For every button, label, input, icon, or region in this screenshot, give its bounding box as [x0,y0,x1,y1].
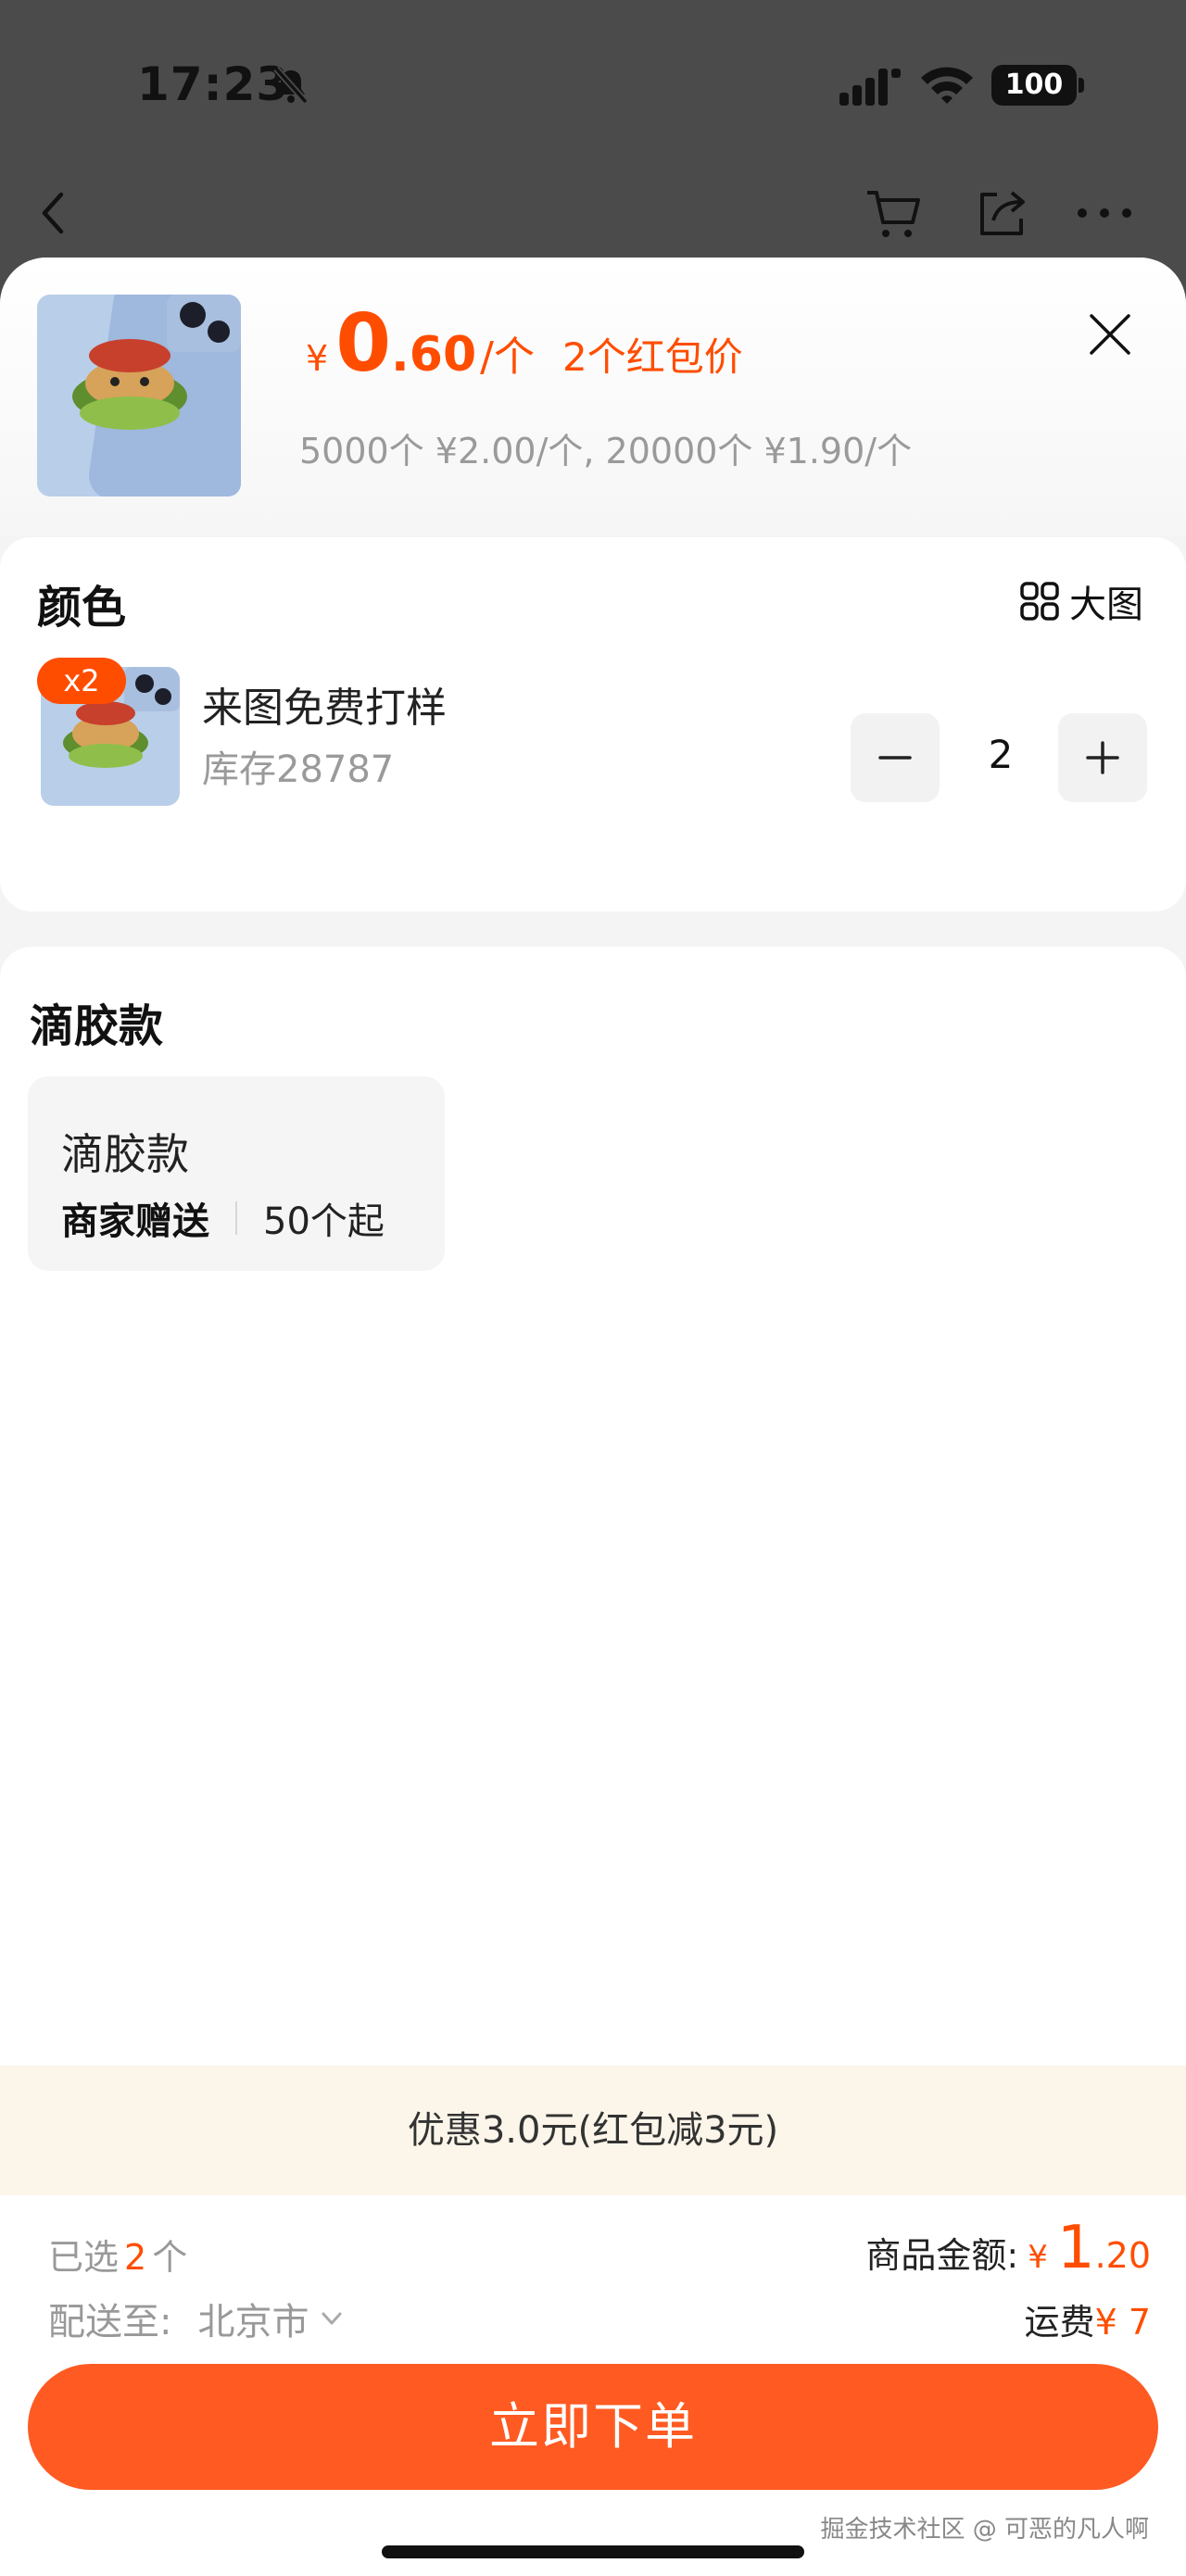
total-decimal: .20 [1094,2235,1151,2276]
chevron-down-icon [322,2312,342,2325]
quantity-value[interactable]: 2 [964,732,1038,777]
big-view-button[interactable]: 大图 [1019,574,1143,628]
battery-tip [1079,78,1084,93]
price-display: ¥ 0 .60 /个 2个红包价 [306,304,743,383]
product-thumbnail[interactable] [37,295,241,496]
merchant-gift-label: 商家赠送 [61,1200,209,1243]
style-option-name: 滴胶款 [61,1129,189,1179]
deliver-label: 配送至: [48,2301,172,2344]
total-currency: ¥ [1028,2239,1048,2276]
divider [235,1201,237,1235]
sku-name[interactable]: 来图免费打样 [202,674,447,734]
style-option[interactable]: 滴胶款 商家赠送 50个起 [28,1076,445,1271]
share-icon[interactable] [975,185,1028,239]
cart-icon[interactable] [864,183,923,243]
grid-icon [1020,582,1059,621]
selected-number: 2 [124,2237,147,2278]
redpack-price-label: 2个红包价 [561,334,743,380]
battery-indicator: 100 [991,65,1077,106]
tier-pricing: 5000个 ¥2.00/个, 20000个 ¥1.90/个 [299,431,913,471]
watermark: 掘金技术社区 @ 可恶的凡人啊 [820,2516,1149,2544]
color-section: 颜色 大图 x2 来图免费打样 库存28787 2 [0,537,1186,911]
quantity-increase-button[interactable] [1058,713,1147,802]
sku-stock: 库存28787 [202,748,395,791]
bell-muted-icon [273,66,309,105]
back-arrow-icon[interactable] [30,185,76,241]
status-bar: 17:23 100 [0,0,1186,171]
selected-qty-badge: x2 [37,658,126,704]
style-option-details: 商家赠送 50个起 [61,1191,385,1245]
selected-prefix: 已选 [48,2237,120,2278]
min-order-label: 50个起 [263,1200,385,1243]
signal-icon [839,69,901,106]
home-indicator [382,2545,804,2558]
price-decimal: .60 [391,327,477,383]
big-view-label: 大图 [1069,584,1143,626]
order-footer: 已选 2 个 配送至: 北京市 商品金额: ¥ 1 .20 运费¥ 7 立即下单 掘… [0,2195,1186,2576]
selected-count: 已选 2 个 [48,2229,187,2280]
more-icon[interactable] [1075,200,1134,226]
discount-banner: 优惠3.0元(红包减3元) [0,2066,1186,2195]
place-order-button[interactable]: 立即下单 [28,2364,1158,2490]
price-unit: /个 [480,333,535,381]
price-integer: 0 [335,297,392,390]
plus-icon [1086,741,1119,774]
price-currency: ¥ [306,338,329,379]
total-label: 商品金额: [865,2235,1019,2276]
status-time: 17:23 [137,57,290,111]
delivery-selector[interactable]: 配送至: 北京市 [48,2292,346,2345]
color-section-title: 颜色 [37,582,127,634]
minus-icon [878,756,912,760]
total-integer: 1 [1056,2214,1095,2282]
deliver-city: 北京市 [197,2301,309,2344]
close-icon[interactable] [1084,308,1136,360]
wifi-icon [921,67,973,104]
style-section-title: 滴胶款 [30,1000,164,1052]
goods-total: 商品金额: ¥ 1 .20 [865,2214,1151,2282]
selected-suffix: 个 [152,2237,188,2278]
sku-selector-sheet: ¥ 0 .60 /个 2个红包价 5000个 ¥2.00/个, 20000个 ¥… [0,258,1186,2576]
shipping-fee: 运费¥ 7 [1025,2293,1151,2344]
shipping-label: 运费 [1024,2302,1095,2343]
quantity-decrease-button[interactable] [851,713,940,802]
shipping-value: ¥ 7 [1094,2302,1151,2343]
